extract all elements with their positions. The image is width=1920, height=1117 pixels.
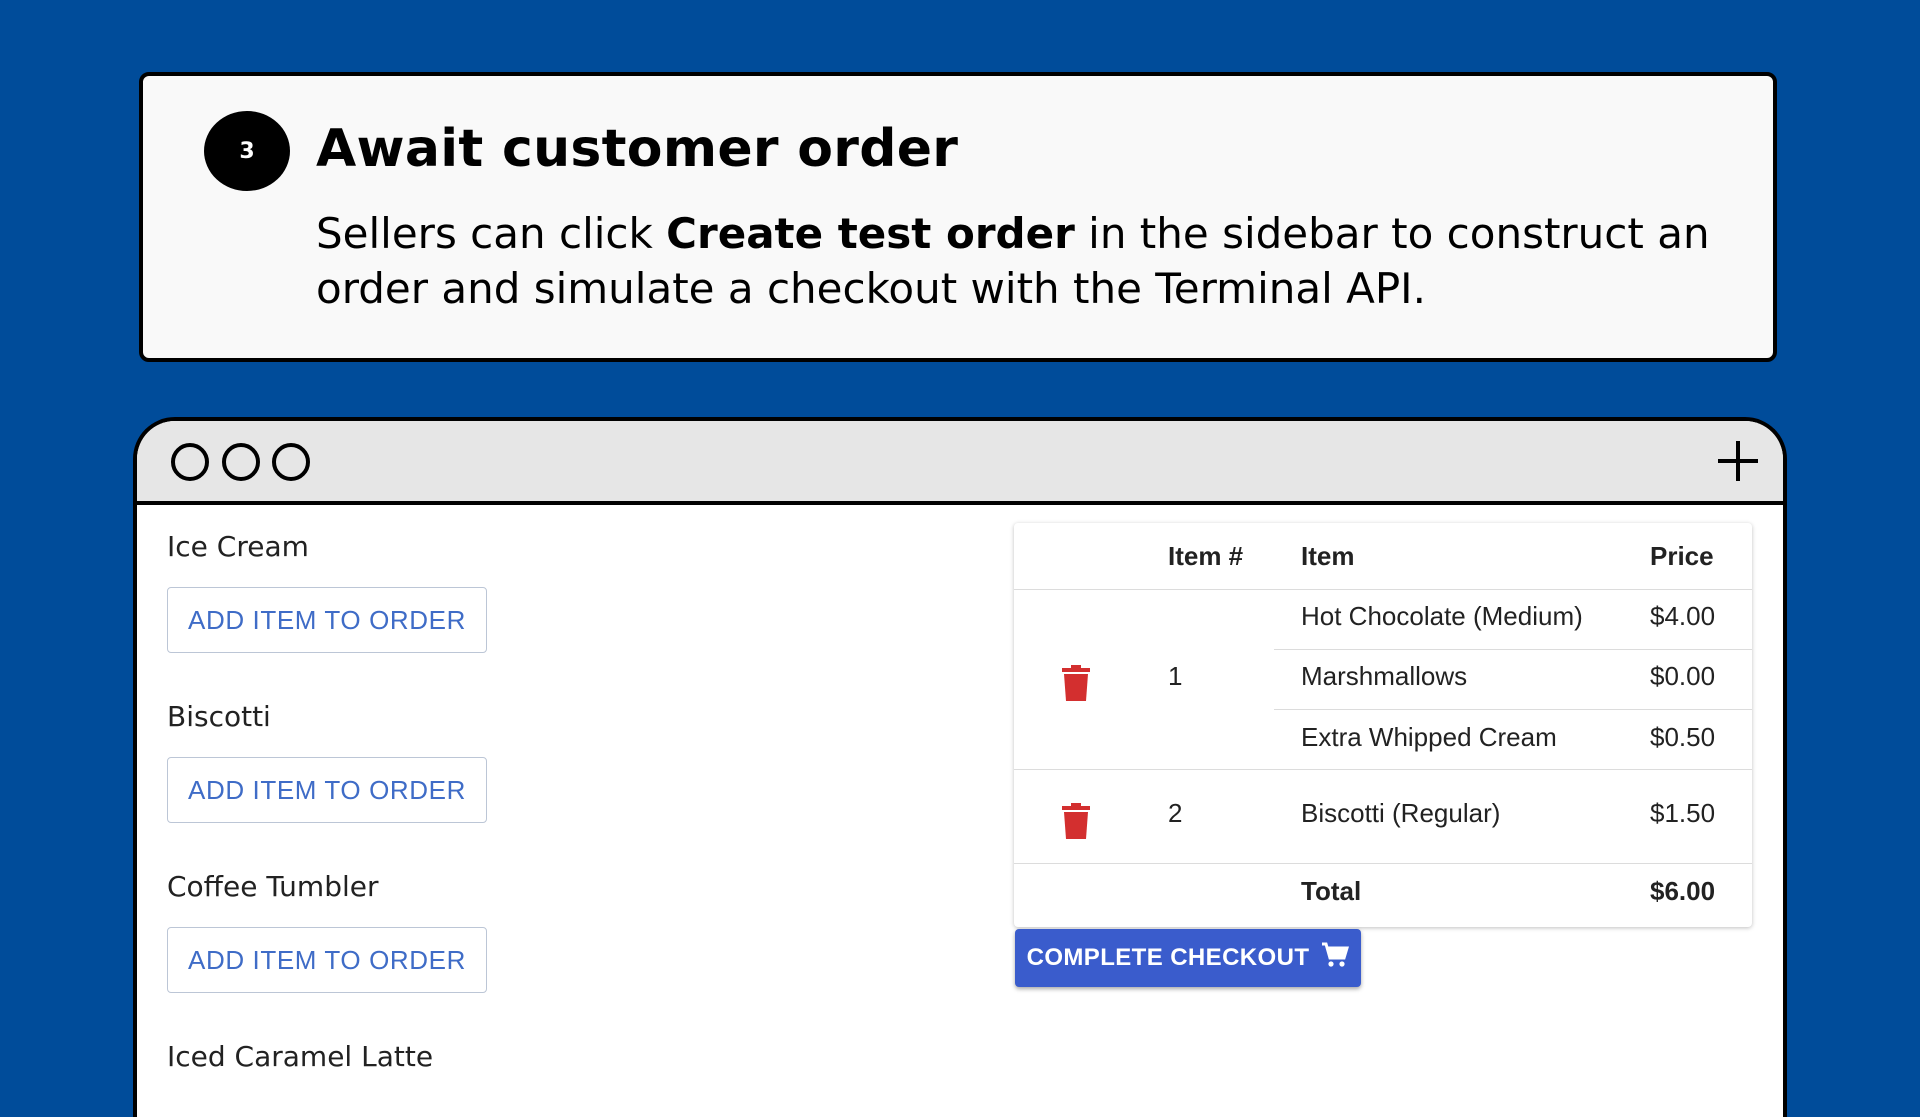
add-item-button[interactable]: ADD ITEM TO ORDER [167,927,487,993]
browser-titlebar [137,421,1783,505]
product-name: Ice Cream [167,530,309,563]
product-name: Biscotti [167,700,271,733]
trash-icon[interactable] [1062,803,1090,839]
step-card: 3 Await customer order Sellers can click… [139,72,1777,362]
plus-icon[interactable] [1718,441,1758,481]
line-item-number: 1 [1168,661,1183,691]
divider [1274,649,1752,650]
window-control-dot[interactable] [222,443,260,481]
header-price: Price [1650,541,1714,571]
window-control-dot[interactable] [171,443,209,481]
total-label: Total [1301,876,1362,906]
divider [1014,769,1752,770]
add-item-button[interactable]: ADD ITEM TO ORDER [167,587,487,653]
product-name: Coffee Tumbler [167,870,379,903]
line-item-name: Marshmallows [1301,661,1468,691]
step-number-badge: 3 [204,111,290,191]
line-item-price: $0.00 [1650,661,1716,691]
product-list: Ice Cream ADD ITEM TO ORDER Biscotti ADD… [167,517,487,1087]
product-name: Iced Caramel Latte [167,1040,434,1073]
trash-icon[interactable] [1062,665,1090,701]
line-item-number: 2 [1168,798,1183,828]
line-item-price: $1.50 [1650,798,1716,828]
header-item: Item [1301,541,1355,571]
desc-bold: Create test order [666,209,1075,258]
line-item-price: $4.00 [1650,601,1716,631]
divider [1014,863,1752,864]
line-item-price: $0.50 [1650,722,1716,752]
checkout-label: COMPLETE CHECKOUT [1026,944,1310,971]
step-title: Await customer order [316,119,959,179]
header-item-number: Item # [1168,541,1244,571]
complete-checkout-button[interactable]: COMPLETE CHECKOUT [1015,929,1361,987]
cart-icon [1321,942,1350,975]
divider [1014,589,1752,590]
line-item-name: Hot Chocolate (Medium) [1301,601,1583,631]
add-item-button[interactable]: ADD ITEM TO ORDER [167,757,487,823]
order-table: Item # Item Price 1 Hot Chocolate (Mediu… [1014,523,1752,927]
divider [1274,709,1752,710]
line-item-name: Biscotti (Regular) [1301,798,1501,828]
browser-window: Ice Cream ADD ITEM TO ORDER Biscotti ADD… [133,417,1787,1117]
desc-text-1: Sellers can click [316,209,667,258]
line-item-name: Extra Whipped Cream [1301,722,1557,752]
step-description: Sellers can click Create test order in t… [316,206,1736,316]
window-control-dot[interactable] [272,443,310,481]
total-value: $6.00 [1650,876,1716,906]
